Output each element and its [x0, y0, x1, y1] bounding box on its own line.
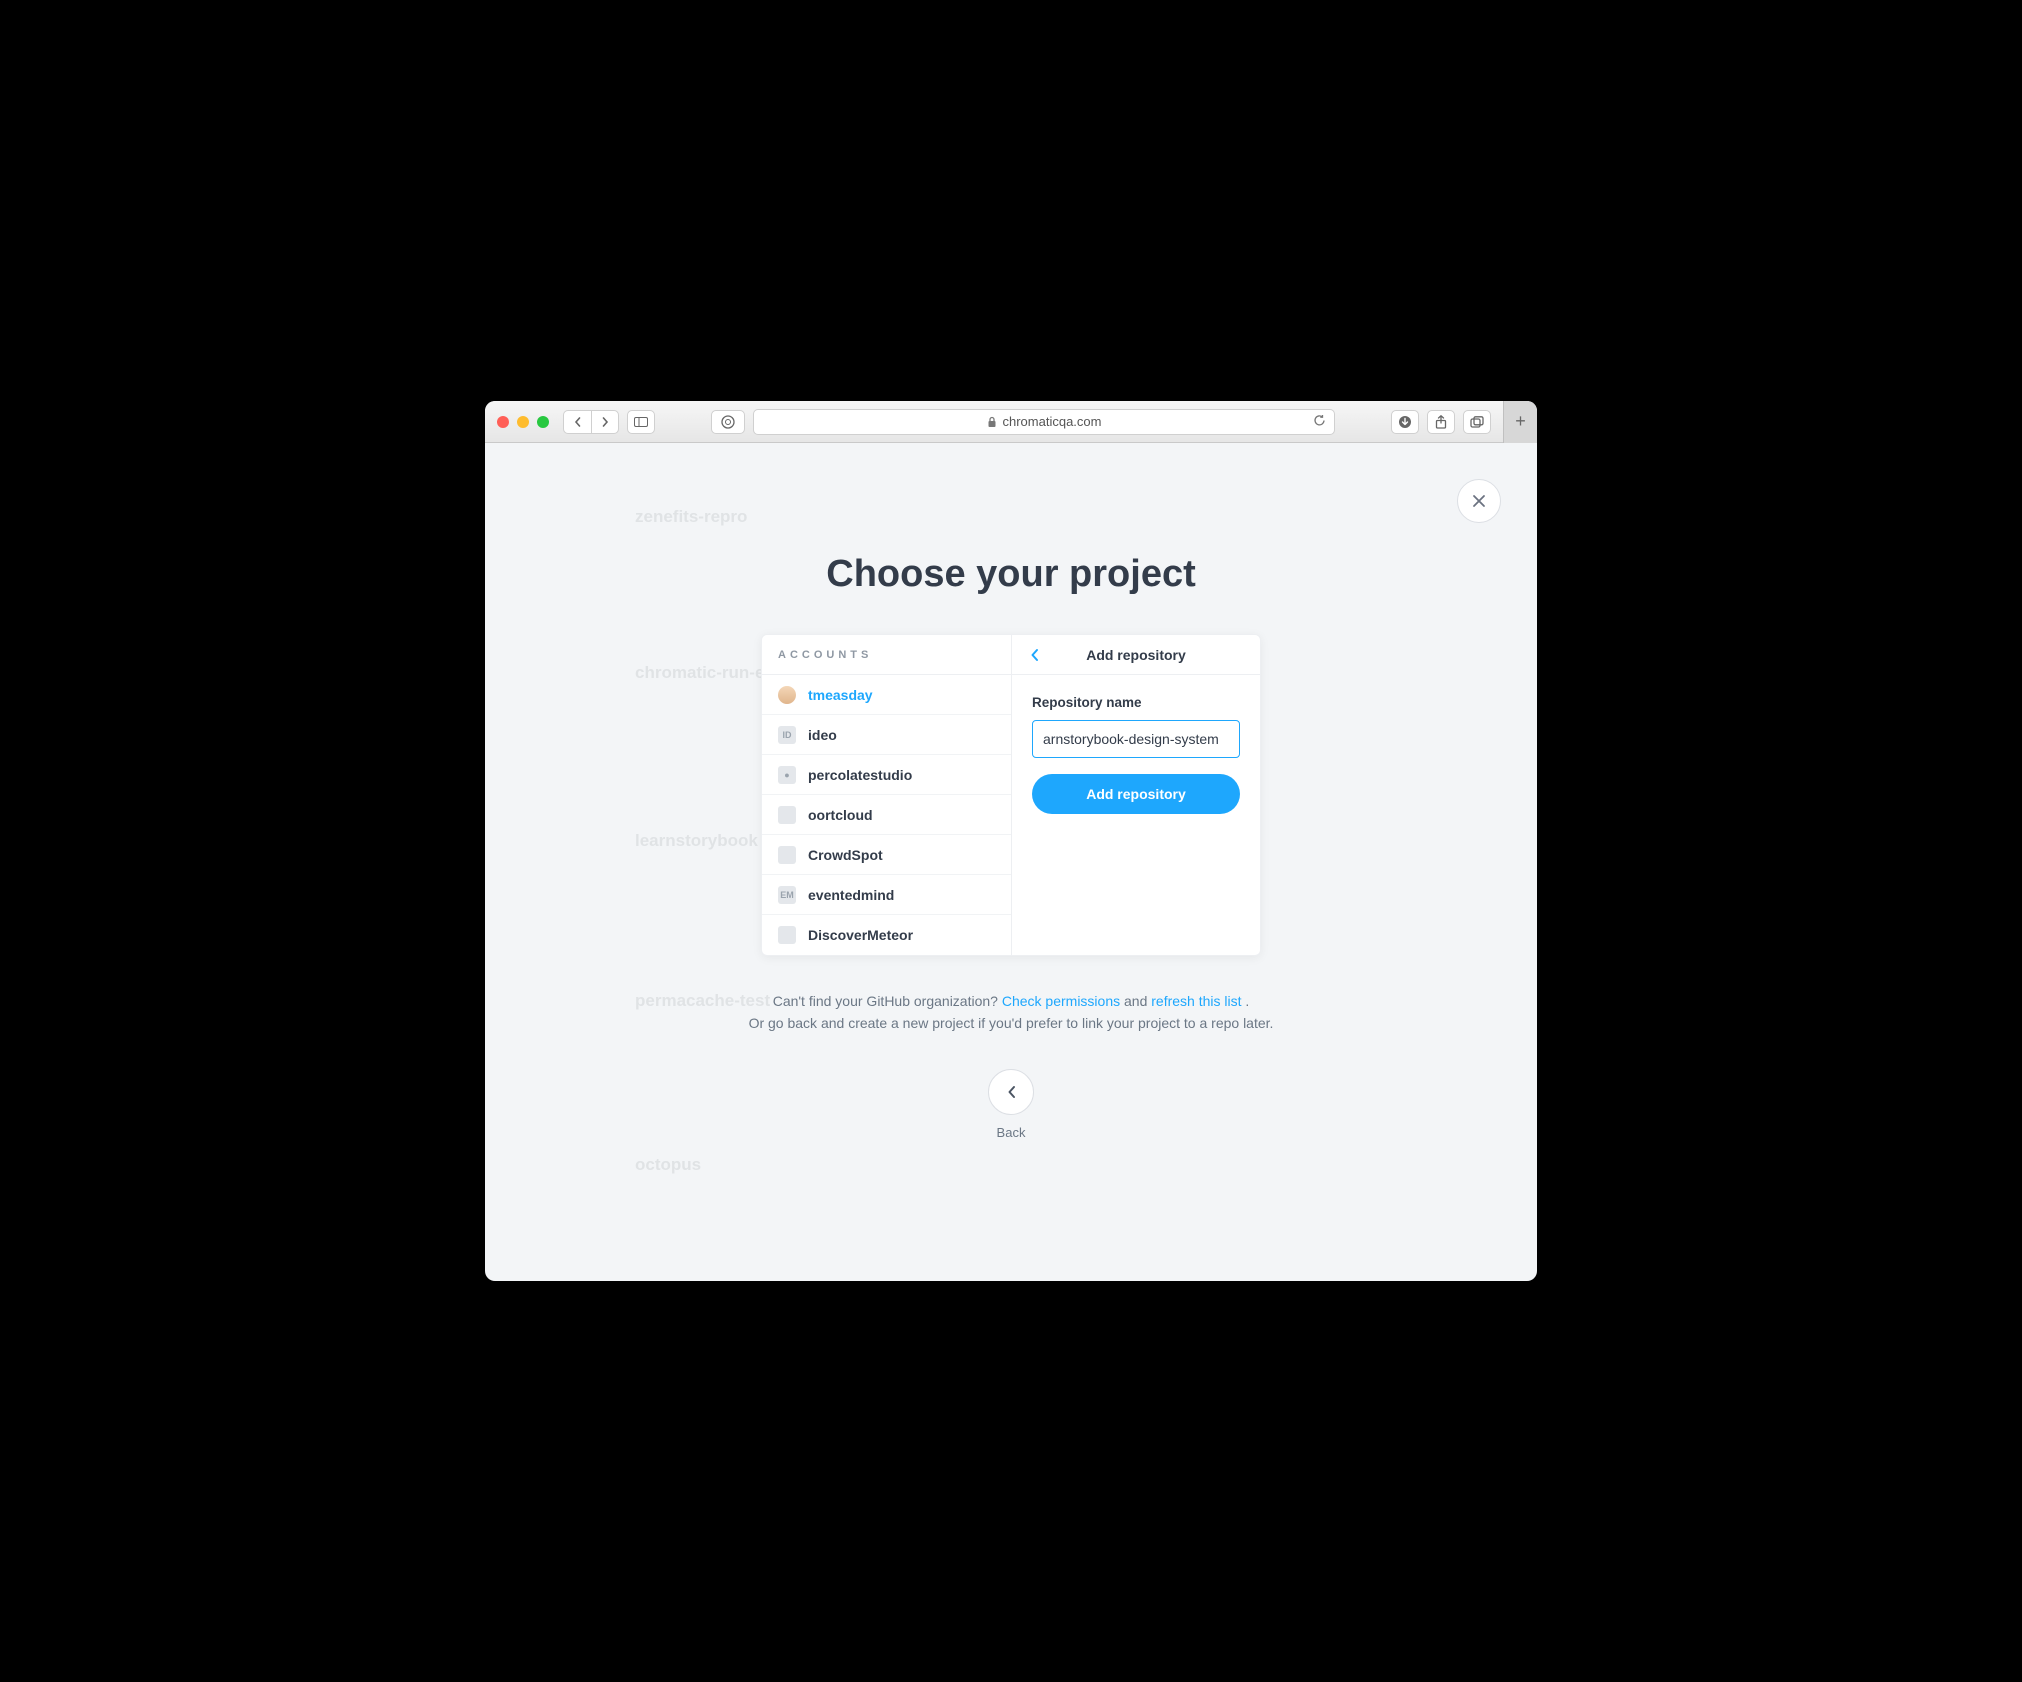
repo-header-title: Add repository: [1012, 647, 1260, 663]
address-text: chromaticqa.com: [1003, 414, 1102, 429]
lock-icon: [987, 416, 997, 428]
page-body: zenefits-reprochromatic-run-examplelearn…: [485, 443, 1537, 1281]
account-item[interactable]: DiscoverMeteor: [762, 915, 1011, 955]
accounts-column: ACCOUNTS tmeasday ID ideo ● percolatestudio o…: [762, 635, 1012, 955]
account-item[interactable]: CrowdSpot: [762, 835, 1011, 875]
page-title: Choose your project: [826, 553, 1196, 596]
account-avatar: [778, 846, 796, 864]
browser-toolbar: chromaticqa.com +: [485, 401, 1537, 443]
project-chooser-card: ACCOUNTS tmeasday ID ideo ● percolatestudio o…: [761, 634, 1261, 956]
plus-icon: +: [1515, 411, 1526, 432]
repository-header: Add repository: [1012, 635, 1260, 675]
chevron-left-icon: [573, 417, 583, 427]
repo-back-button[interactable]: [1024, 648, 1044, 662]
window-controls: [497, 416, 549, 428]
repo-form: Repository name Add repository: [1012, 675, 1260, 834]
help-text-1a: Can't find your GitHub organization?: [773, 993, 1002, 1009]
new-tab-button[interactable]: +: [1503, 401, 1537, 443]
downloads-button[interactable]: [1391, 410, 1419, 434]
reload-button[interactable]: [1313, 414, 1326, 430]
modal-content: Choose your project ACCOUNTS tmeasday ID i…: [485, 443, 1537, 1140]
account-label: eventedmind: [808, 887, 894, 903]
account-avatar: [778, 806, 796, 824]
tabs-icon: [1470, 416, 1484, 428]
browser-window: chromaticqa.com + zenefits-reprochromati…: [485, 401, 1537, 1281]
add-repo-button[interactable]: Add repository: [1032, 774, 1240, 814]
account-avatar: EM: [778, 886, 796, 904]
help-text-1b: and: [1120, 993, 1151, 1009]
ghost-project: octopus: [635, 1155, 701, 1175]
account-label: ideo: [808, 727, 837, 743]
help-text-2: Or go back and create a new project if y…: [749, 1012, 1274, 1034]
chevron-left-icon: [1007, 1085, 1016, 1099]
account-label: percolatestudio: [808, 767, 912, 783]
account-label: DiscoverMeteor: [808, 927, 913, 943]
back-button[interactable]: [988, 1069, 1034, 1115]
account-item[interactable]: EM eventedmind: [762, 875, 1011, 915]
shield-icon: [721, 415, 735, 429]
accounts-header: ACCOUNTS: [762, 635, 1011, 675]
reload-icon: [1313, 414, 1326, 427]
account-avatar: ID: [778, 726, 796, 744]
account-avatar: [778, 926, 796, 944]
account-label: tmeasday: [808, 687, 873, 703]
nav-buttons: [563, 410, 619, 434]
sidebar-toggle-button[interactable]: [627, 410, 655, 434]
address-bar[interactable]: chromaticqa.com: [753, 409, 1335, 435]
account-label: oortcloud: [808, 807, 873, 823]
share-button[interactable]: [1427, 410, 1455, 434]
help-text: Can't find your GitHub organization? Che…: [749, 990, 1274, 1035]
account-item[interactable]: ID ideo: [762, 715, 1011, 755]
account-avatar: [778, 686, 796, 704]
repository-column: Add repository Repository name Add repos…: [1012, 635, 1260, 955]
minimize-window-button[interactable]: [517, 416, 529, 428]
account-item[interactable]: oortcloud: [762, 795, 1011, 835]
check-permissions-link[interactable]: Check permissions: [1002, 993, 1120, 1009]
repo-name-label: Repository name: [1032, 695, 1240, 710]
back-label: Back: [997, 1125, 1026, 1140]
zoom-window-button[interactable]: [537, 416, 549, 428]
sidebar-icon: [634, 417, 648, 427]
tabs-button[interactable]: [1463, 410, 1491, 434]
account-item[interactable]: tmeasday: [762, 675, 1011, 715]
repo-name-input[interactable]: [1032, 720, 1240, 758]
account-item[interactable]: ● percolatestudio: [762, 755, 1011, 795]
privacy-report-button[interactable]: [711, 410, 745, 434]
back-nav-button[interactable]: [563, 410, 591, 434]
back-section: Back: [988, 1069, 1034, 1140]
account-label: CrowdSpot: [808, 847, 883, 863]
chevron-right-icon: [600, 417, 610, 427]
refresh-list-link[interactable]: refresh this list: [1151, 993, 1241, 1009]
chevron-left-icon: [1030, 648, 1039, 662]
close-window-button[interactable]: [497, 416, 509, 428]
share-icon: [1435, 415, 1447, 429]
download-icon: [1398, 415, 1412, 429]
help-text-1c: .: [1242, 993, 1250, 1009]
forward-nav-button[interactable]: [591, 410, 619, 434]
account-avatar: ●: [778, 766, 796, 784]
